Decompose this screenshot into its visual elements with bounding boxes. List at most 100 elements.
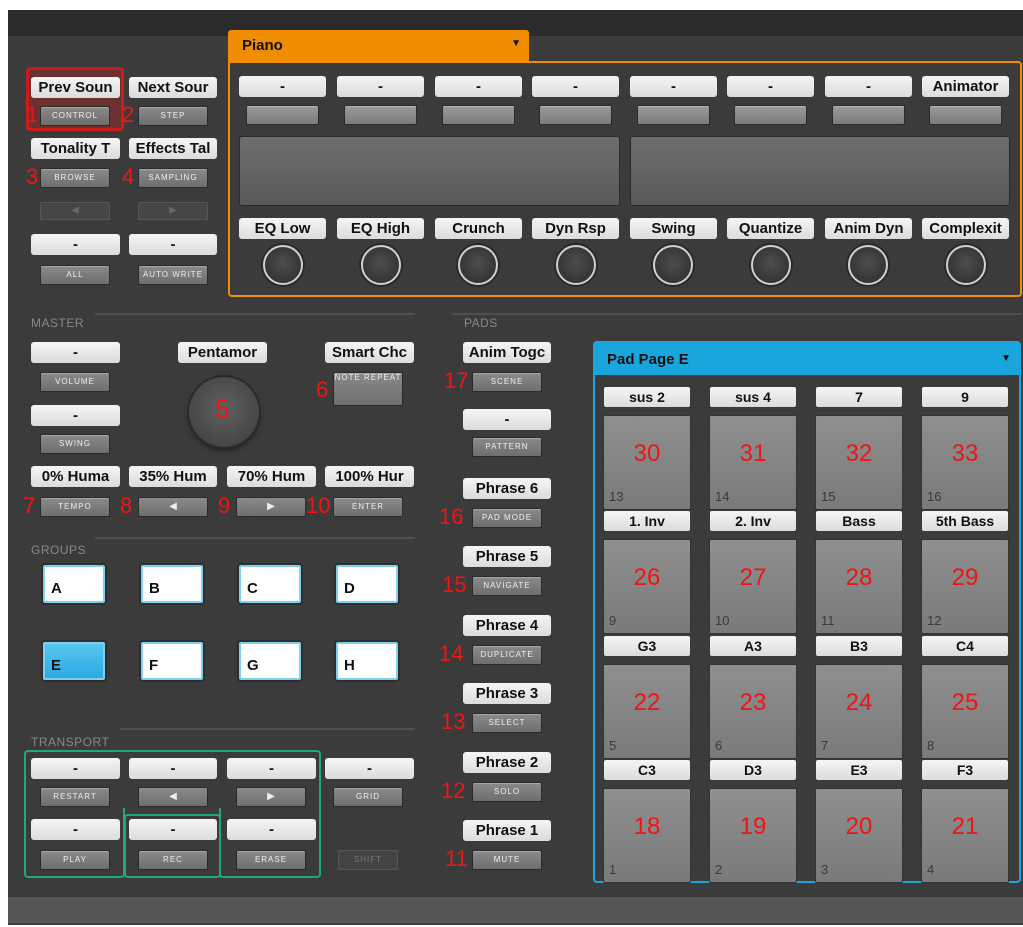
all-button[interactable]: ALL <box>40 265 110 285</box>
phrase-1-label: Phrase 1 <box>463 820 551 841</box>
solo-button[interactable]: SOLO <box>472 782 542 802</box>
enter-button[interactable]: ENTER <box>333 497 403 517</box>
tonality-label: Tonality T <box>31 138 120 159</box>
group-d-button[interactable]: D <box>336 565 398 603</box>
tempo-button[interactable]: TEMPO <box>40 497 110 517</box>
master-divider <box>95 313 415 315</box>
group-c-label: C <box>247 580 258 597</box>
group-h-button[interactable]: H <box>336 642 398 680</box>
pad[interactable]: 25 8 <box>921 664 1009 759</box>
knob-6[interactable] <box>751 245 791 285</box>
auto-write-button[interactable]: AUTO WRITE <box>138 265 208 285</box>
pad[interactable]: 27 10 <box>709 539 797 634</box>
pad[interactable]: 29 12 <box>921 539 1009 634</box>
param-button-3[interactable] <box>442 105 515 125</box>
pad-annotation: 24 <box>845 689 873 716</box>
erase-button[interactable]: ERASE <box>236 850 306 870</box>
knob-8[interactable] <box>946 245 986 285</box>
group-b-label: B <box>149 580 160 597</box>
pad[interactable]: 19 2 <box>709 788 797 883</box>
transport-section-title: TRANSPORT <box>31 735 110 749</box>
pad[interactable]: 33 16 <box>921 415 1009 510</box>
knob-4[interactable] <box>556 245 596 285</box>
mute-button[interactable]: MUTE <box>472 850 542 870</box>
navigate-button[interactable]: NAVIGATE <box>472 576 542 596</box>
pad-index: 5 <box>609 738 617 753</box>
pad[interactable]: 23 6 <box>709 664 797 759</box>
knob-3[interactable] <box>458 245 498 285</box>
pad[interactable]: 21 4 <box>921 788 1009 883</box>
pad-page-header[interactable]: Pad Page E ▼ <box>595 343 1019 375</box>
erase-label: - <box>227 819 316 840</box>
pad-index: 14 <box>715 489 730 504</box>
pad-index: 8 <box>927 738 935 753</box>
play-button[interactable]: PLAY <box>40 850 110 870</box>
param-button-8[interactable] <box>929 105 1002 125</box>
pad[interactable]: 30 13 <box>603 415 691 510</box>
knob-5[interactable] <box>653 245 693 285</box>
group-g-button[interactable]: G <box>239 642 301 680</box>
param-button-5[interactable] <box>637 105 710 125</box>
param-button-6[interactable] <box>734 105 807 125</box>
piano-tab[interactable]: Piano ▼ <box>228 30 529 61</box>
knob-label-5: Swing <box>630 218 717 239</box>
annotation-8: 8 <box>120 493 133 518</box>
swing-button[interactable]: SWING <box>40 434 110 454</box>
annotation-3: 3 <box>26 164 39 189</box>
annotation-4: 4 <box>122 164 135 189</box>
pad[interactable]: 28 11 <box>815 539 903 634</box>
param-button-2[interactable] <box>344 105 417 125</box>
rec-button[interactable]: REC <box>138 850 208 870</box>
nav-left-button[interactable]: ◀ <box>138 497 208 517</box>
grid-button[interactable]: GRID <box>333 787 403 807</box>
display-right <box>630 136 1010 206</box>
page-left-button[interactable]: ◀ <box>40 202 110 220</box>
param-button-4[interactable] <box>539 105 612 125</box>
knob-7[interactable] <box>848 245 888 285</box>
pad[interactable]: 20 3 <box>815 788 903 883</box>
pad-annotation: 27 <box>739 564 767 591</box>
transport-left-button[interactable]: ◀ <box>138 787 208 807</box>
pad[interactable]: 22 5 <box>603 664 691 759</box>
scene-button[interactable]: SCENE <box>472 372 542 392</box>
pad-annotation: 18 <box>633 813 661 840</box>
step-button[interactable]: STEP <box>138 106 208 126</box>
volume-button[interactable]: VOLUME <box>40 372 110 392</box>
param-button-7[interactable] <box>832 105 905 125</box>
scale-label: Pentamor <box>178 342 267 363</box>
pattern-button[interactable]: PATTERN <box>472 437 542 457</box>
param-label-1: - <box>239 76 326 97</box>
group-e-button[interactable]: E <box>43 642 105 680</box>
param-button-1[interactable] <box>246 105 319 125</box>
shift-button[interactable]: SHIFT <box>338 850 398 870</box>
transport-right-button[interactable]: ▶ <box>236 787 306 807</box>
note-repeat-button[interactable]: NOTE REPEAT <box>333 372 403 406</box>
duplicate-button[interactable]: DUPLICATE <box>472 645 542 665</box>
pad[interactable]: 26 9 <box>603 539 691 634</box>
group-h-label: H <box>344 657 355 674</box>
knob-2[interactable] <box>361 245 401 285</box>
restart-button[interactable]: RESTART <box>40 787 110 807</box>
sampling-button[interactable]: SAMPLING <box>138 168 208 188</box>
knob-label-3: Crunch <box>435 218 522 239</box>
control-button[interactable]: CONTROL <box>40 106 110 126</box>
group-f-button[interactable]: F <box>141 642 203 680</box>
page-right-button[interactable]: ▶ <box>138 202 208 220</box>
effects-label: Effects Tal <box>129 138 217 159</box>
pad[interactable]: 18 1 <box>603 788 691 883</box>
pad[interactable]: 32 15 <box>815 415 903 510</box>
browse-button[interactable]: BROWSE <box>40 168 110 188</box>
pad-annotation: 30 <box>633 440 661 467</box>
knob-1[interactable] <box>263 245 303 285</box>
pad-mode-button[interactable]: PAD MODE <box>472 508 542 528</box>
group-a-button[interactable]: A <box>43 565 105 603</box>
phrase-5-label: Phrase 5 <box>463 546 551 567</box>
pad-index: 15 <box>821 489 836 504</box>
pad[interactable]: 31 14 <box>709 415 797 510</box>
nav-right-button[interactable]: ▶ <box>236 497 306 517</box>
group-b-button[interactable]: B <box>141 565 203 603</box>
group-c-button[interactable]: C <box>239 565 301 603</box>
pad[interactable]: 24 7 <box>815 664 903 759</box>
select-button[interactable]: SELECT <box>472 713 542 733</box>
pad-label: sus 2 <box>604 387 690 407</box>
